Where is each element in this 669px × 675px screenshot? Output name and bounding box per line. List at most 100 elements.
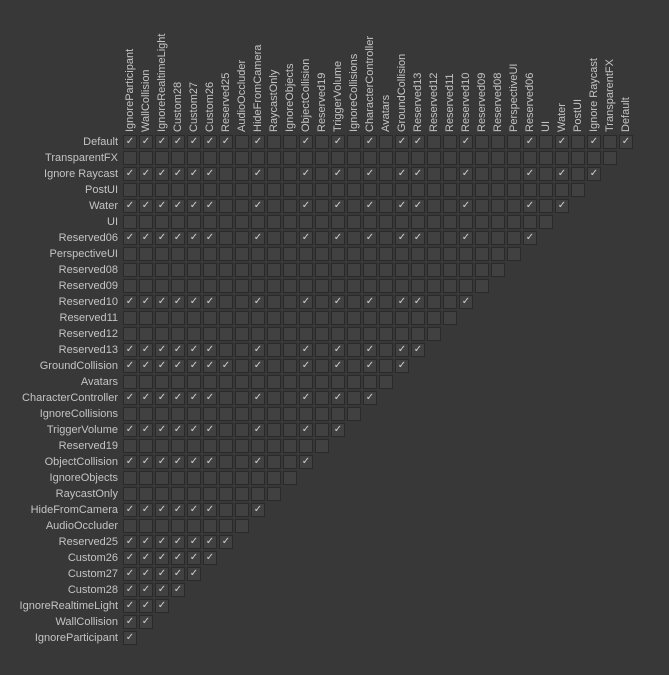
checkbox-raycastonly-ignoreparticipant[interactable] (123, 487, 137, 501)
checkbox-reserved19-custom26[interactable] (203, 439, 217, 453)
checkbox-default-ignoreobjects[interactable] (283, 135, 297, 149)
checkbox-triggervolume-ignorerealtimelight[interactable] (155, 423, 169, 437)
checkbox-reserved06-objectcollision[interactable] (299, 231, 313, 245)
checkbox-reserved19-custom28[interactable] (171, 439, 185, 453)
checkbox-reserved11-reserved11[interactable] (443, 311, 457, 325)
checkbox-ignoreobjects-custom26[interactable] (203, 471, 217, 485)
checkbox-reserved11-audiooccluder[interactable] (235, 311, 249, 325)
checkbox-postui-ignoreobjects[interactable] (283, 183, 297, 197)
checkbox-ui-reserved06[interactable] (523, 215, 537, 229)
checkbox-reserved12-custom26[interactable] (203, 327, 217, 341)
checkbox-reserved11-raycastonly[interactable] (267, 311, 281, 325)
checkbox-reserved10-reserved13[interactable] (411, 295, 425, 309)
checkbox-default-hidefromcamera[interactable] (251, 135, 265, 149)
checkbox-groundcollision-hidefromcamera[interactable] (251, 359, 265, 373)
checkbox-reserved10-triggervolume[interactable] (331, 295, 345, 309)
checkbox-ui-perspectiveui[interactable] (507, 215, 521, 229)
checkbox-wallcollision-ignoreparticipant[interactable] (123, 615, 137, 629)
checkbox-perspectiveui-reserved09[interactable] (475, 247, 489, 261)
checkbox-reserved11-reserved12[interactable] (427, 311, 441, 325)
checkbox-water-ignoreobjects[interactable] (283, 199, 297, 213)
checkbox-default-custom27[interactable] (187, 135, 201, 149)
checkbox-raycastonly-audiooccluder[interactable] (235, 487, 249, 501)
checkbox-reserved19-objectcollision[interactable] (299, 439, 313, 453)
checkbox-perspectiveui-reserved25[interactable] (219, 247, 233, 261)
checkbox-transparentfx-objectcollision[interactable] (299, 151, 313, 165)
checkbox-ignoreparticipant-ignoreparticipant[interactable] (123, 631, 137, 645)
checkbox-groundcollision-ignoreobjects[interactable] (283, 359, 297, 373)
checkbox-ui-objectcollision[interactable] (299, 215, 313, 229)
checkbox-transparentfx-ui[interactable] (539, 151, 553, 165)
checkbox-default-water[interactable] (555, 135, 569, 149)
checkbox-default-ignore-raycast[interactable] (587, 135, 601, 149)
checkbox-charactercontroller-custom28[interactable] (171, 391, 185, 405)
checkbox-reserved10-audiooccluder[interactable] (235, 295, 249, 309)
checkbox-reserved10-reserved11[interactable] (443, 295, 457, 309)
checkbox-reserved09-avatars[interactable] (379, 279, 393, 293)
checkbox-objectcollision-custom26[interactable] (203, 455, 217, 469)
checkbox-groundcollision-custom26[interactable] (203, 359, 217, 373)
checkbox-groundcollision-ignorerealtimelight[interactable] (155, 359, 169, 373)
checkbox-reserved09-hidefromcamera[interactable] (251, 279, 265, 293)
checkbox-reserved13-custom26[interactable] (203, 343, 217, 357)
checkbox-postui-reserved06[interactable] (523, 183, 537, 197)
checkbox-reserved12-ignoreobjects[interactable] (283, 327, 297, 341)
checkbox-transparentfx-reserved11[interactable] (443, 151, 457, 165)
checkbox-water-custom28[interactable] (171, 199, 185, 213)
checkbox-audiooccluder-ignorerealtimelight[interactable] (155, 519, 169, 533)
checkbox-reserved09-reserved19[interactable] (315, 279, 329, 293)
checkbox-postui-avatars[interactable] (379, 183, 393, 197)
checkbox-reserved09-groundcollision[interactable] (395, 279, 409, 293)
checkbox-transparentfx-ignorerealtimelight[interactable] (155, 151, 169, 165)
checkbox-perspectiveui-groundcollision[interactable] (395, 247, 409, 261)
checkbox-reserved13-ignorerealtimelight[interactable] (155, 343, 169, 357)
checkbox-transparentfx-custom26[interactable] (203, 151, 217, 165)
checkbox-reserved13-triggervolume[interactable] (331, 343, 345, 357)
checkbox-perspectiveui-ignorerealtimelight[interactable] (155, 247, 169, 261)
checkbox-avatars-custom26[interactable] (203, 375, 217, 389)
checkbox-triggervolume-ignoreobjects[interactable] (283, 423, 297, 437)
checkbox-reserved10-ignorerealtimelight[interactable] (155, 295, 169, 309)
checkbox-avatars-ignorecollisions[interactable] (347, 375, 361, 389)
checkbox-default-groundcollision[interactable] (395, 135, 409, 149)
checkbox-reserved08-reserved09[interactable] (475, 263, 489, 277)
checkbox-reserved12-hidefromcamera[interactable] (251, 327, 265, 341)
checkbox-groundcollision-avatars[interactable] (379, 359, 393, 373)
checkbox-ignore-raycast-ignorerealtimelight[interactable] (155, 167, 169, 181)
checkbox-charactercontroller-hidefromcamera[interactable] (251, 391, 265, 405)
checkbox-ignorecollisions-custom26[interactable] (203, 407, 217, 421)
checkbox-triggervolume-reserved19[interactable] (315, 423, 329, 437)
checkbox-reserved09-reserved13[interactable] (411, 279, 425, 293)
checkbox-triggervolume-hidefromcamera[interactable] (251, 423, 265, 437)
checkbox-reserved06-ignorecollisions[interactable] (347, 231, 361, 245)
checkbox-ignorecollisions-ignoreobjects[interactable] (283, 407, 297, 421)
checkbox-reserved19-ignoreobjects[interactable] (283, 439, 297, 453)
checkbox-default-reserved19[interactable] (315, 135, 329, 149)
checkbox-postui-perspectiveui[interactable] (507, 183, 521, 197)
checkbox-reserved11-reserved19[interactable] (315, 311, 329, 325)
checkbox-reserved09-audiooccluder[interactable] (235, 279, 249, 293)
checkbox-ignorecollisions-audiooccluder[interactable] (235, 407, 249, 421)
checkbox-reserved09-reserved09[interactable] (475, 279, 489, 293)
checkbox-reserved08-reserved11[interactable] (443, 263, 457, 277)
checkbox-custom26-ignoreparticipant[interactable] (123, 551, 137, 565)
checkbox-water-ui[interactable] (539, 199, 553, 213)
checkbox-ignore-raycast-ignorecollisions[interactable] (347, 167, 361, 181)
checkbox-reserved08-charactercontroller[interactable] (363, 263, 377, 277)
checkbox-reserved06-reserved25[interactable] (219, 231, 233, 245)
checkbox-ignore-raycast-reserved10[interactable] (459, 167, 473, 181)
checkbox-ignorecollisions-reserved19[interactable] (315, 407, 329, 421)
checkbox-postui-water[interactable] (555, 183, 569, 197)
checkbox-transparentfx-ignoreobjects[interactable] (283, 151, 297, 165)
checkbox-default-custom26[interactable] (203, 135, 217, 149)
checkbox-transparentfx-reserved10[interactable] (459, 151, 473, 165)
checkbox-default-postui[interactable] (571, 135, 585, 149)
checkbox-ignoreobjects-reserved25[interactable] (219, 471, 233, 485)
checkbox-default-objectcollision[interactable] (299, 135, 313, 149)
checkbox-reserved06-reserved08[interactable] (491, 231, 505, 245)
checkbox-default-wallcollision[interactable] (139, 135, 153, 149)
checkbox-objectcollision-custom28[interactable] (171, 455, 185, 469)
checkbox-objectcollision-objectcollision[interactable] (299, 455, 313, 469)
checkbox-triggervolume-custom28[interactable] (171, 423, 185, 437)
checkbox-postui-reserved09[interactable] (475, 183, 489, 197)
